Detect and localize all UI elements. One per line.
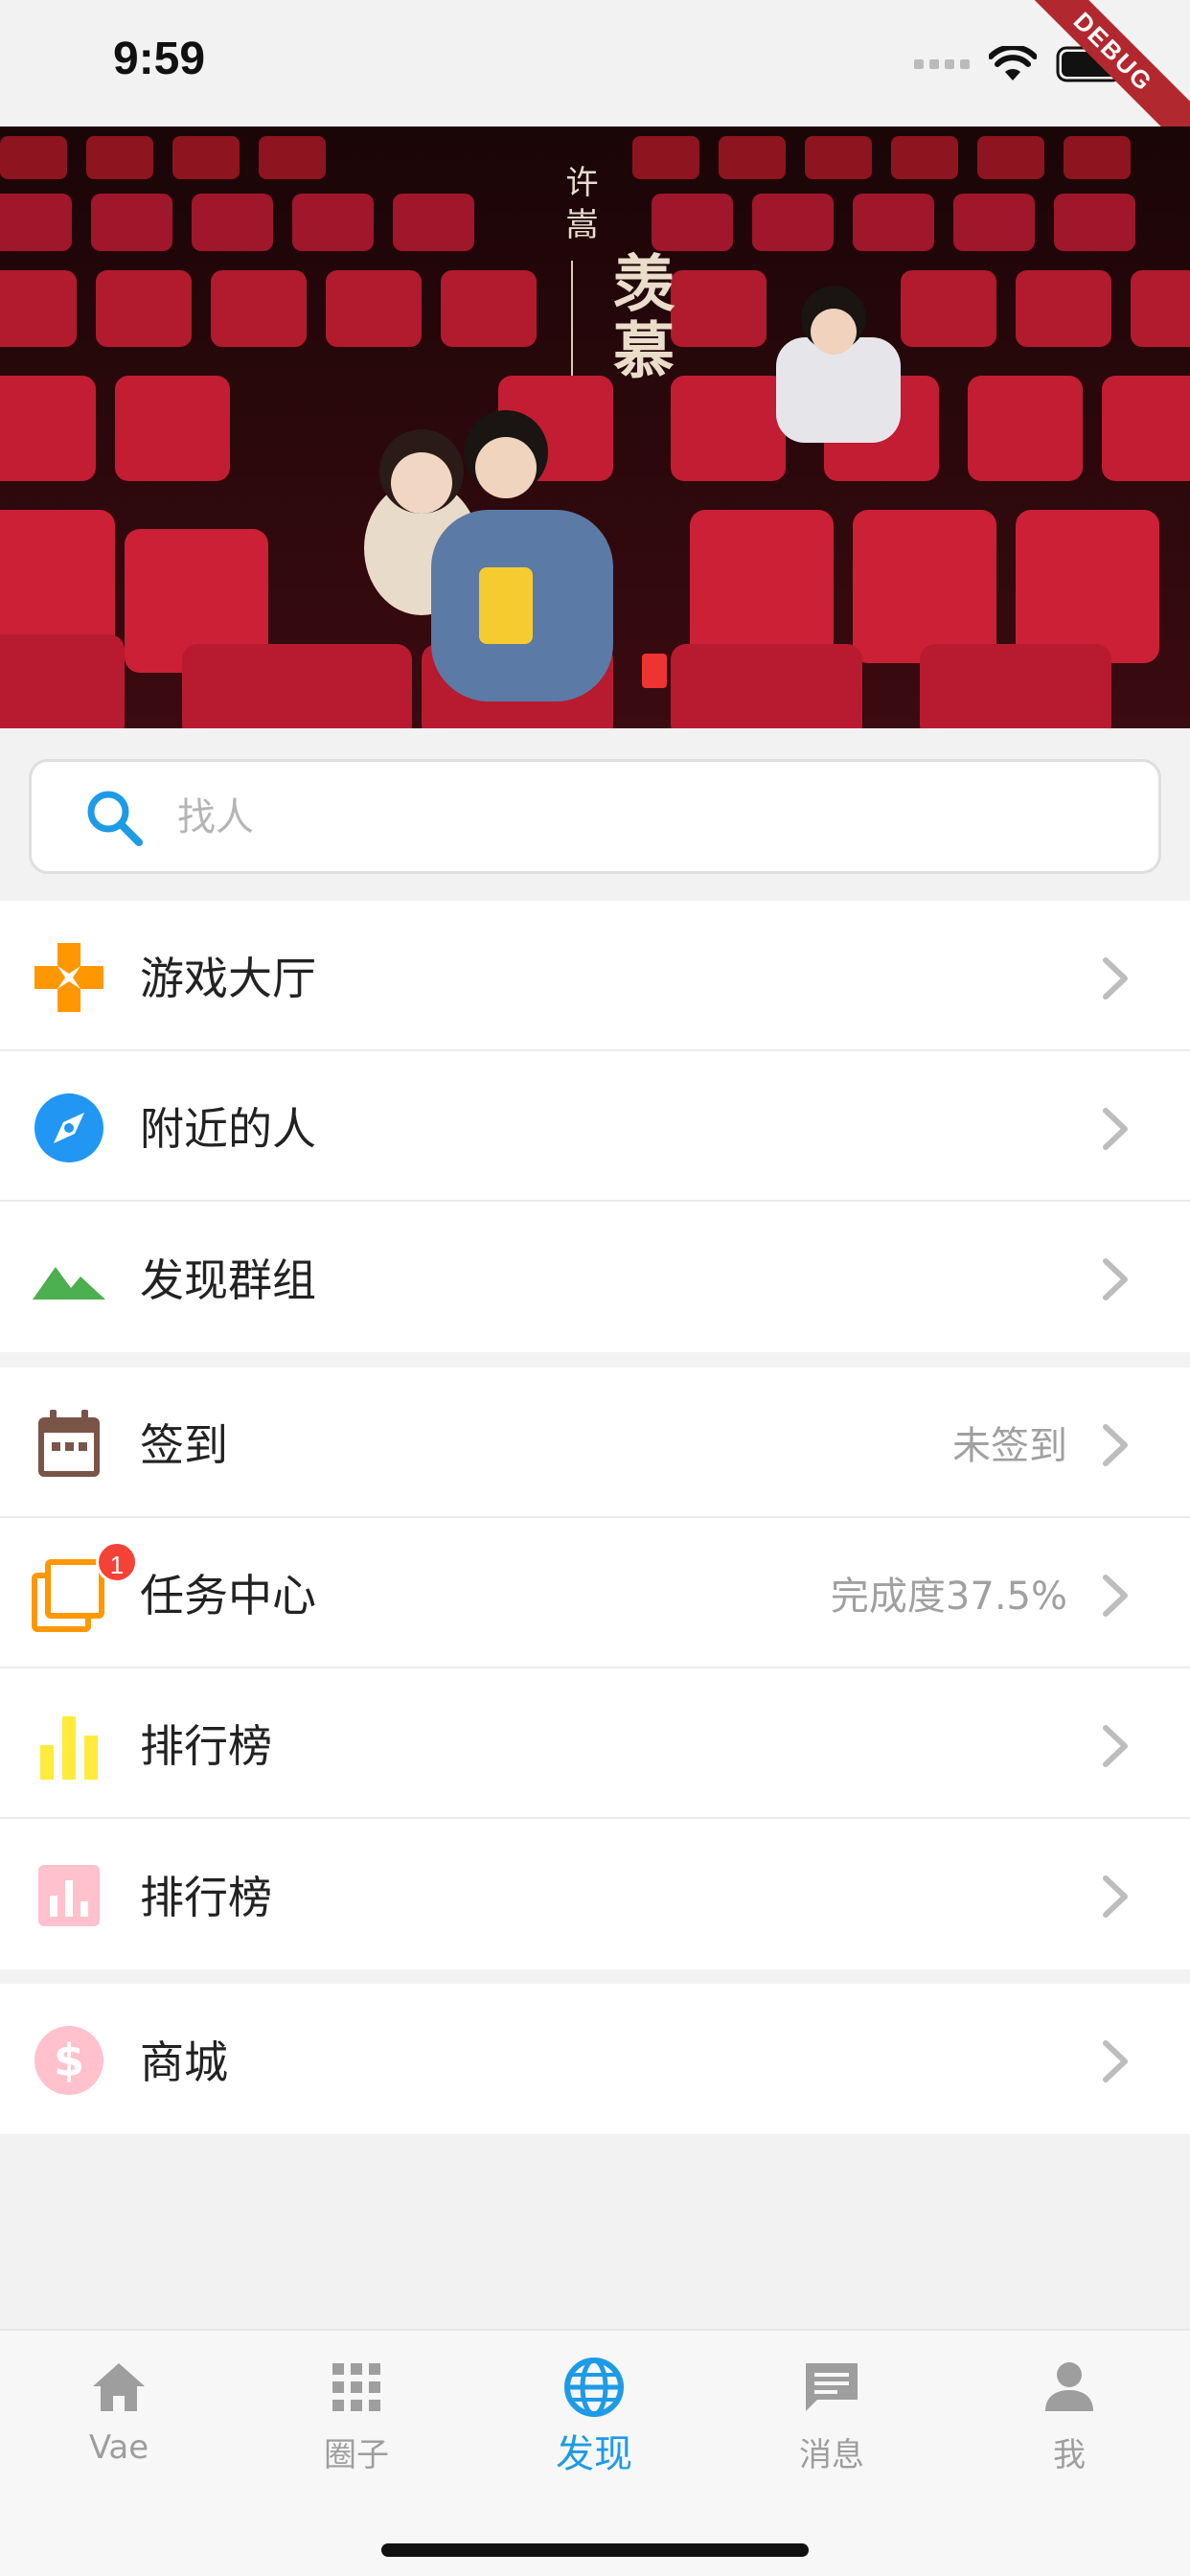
chevron-right-icon xyxy=(1103,1424,1128,1466)
search-icon xyxy=(87,791,143,846)
nav-label: 发现 xyxy=(556,2432,632,2476)
list-item-nearby-people[interactable]: 附近的人 xyxy=(0,1051,1190,1202)
nav-label: 我 xyxy=(1053,2436,1086,2474)
discover-group-2: 签到 未签到 1 任务中心 完成度37.5% 排行榜 排行榜 xyxy=(0,1368,1190,1969)
search-box[interactable] xyxy=(29,759,1161,874)
list-item-task-center[interactable]: 1 任务中心 完成度37.5% xyxy=(0,1518,1190,1668)
row-label: 游戏大厅 xyxy=(140,952,316,1004)
chevron-right-icon xyxy=(1103,1875,1128,1918)
wifi-icon xyxy=(989,46,1037,80)
search-section xyxy=(0,728,1190,901)
search-input[interactable] xyxy=(177,781,1116,854)
nav-tab-me[interactable]: 我 xyxy=(950,2356,1188,2499)
nav-label: 圈子 xyxy=(324,2436,389,2474)
row-label: 签到 xyxy=(140,1418,228,1471)
list-item-game-hall[interactable]: 游戏大厅 xyxy=(0,901,1190,1051)
row-label: 任务中心 xyxy=(140,1569,316,1622)
signal-icon xyxy=(914,59,970,69)
banner-image[interactable]: 许嵩 羡慕 xyxy=(0,126,1190,728)
home-icon xyxy=(93,2363,145,2411)
bar-chart-icon xyxy=(40,1716,98,1780)
banner-title: 羡慕 xyxy=(603,251,675,385)
row-label: 附近的人 xyxy=(140,1102,316,1155)
calendar-icon xyxy=(38,1410,100,1477)
dollar-icon: $ xyxy=(34,2026,103,2095)
row-label: 发现群组 xyxy=(140,1254,316,1306)
home-indicator[interactable] xyxy=(381,2543,809,2557)
list-item-checkin[interactable]: 签到 未签到 xyxy=(0,1368,1190,1518)
nav-tab-messages[interactable]: 消息 xyxy=(713,2356,950,2499)
row-label: 排行榜 xyxy=(140,1871,272,1923)
nav-tab-vae[interactable]: Vae xyxy=(0,2356,238,2499)
banner-divider xyxy=(571,261,573,376)
chevron-right-icon xyxy=(1103,957,1128,1000)
gamepad-icon xyxy=(34,943,103,1012)
nav-label: 消息 xyxy=(799,2436,864,2474)
discover-group-3: $ 商城 xyxy=(0,1984,1190,2134)
compass-icon xyxy=(34,1093,103,1162)
bottom-nav: Vae 圈子 发现 消息 我 xyxy=(0,2329,1190,2576)
list-item-leaderboard[interactable]: 排行榜 xyxy=(0,1668,1190,1819)
landscape-icon xyxy=(33,1267,105,1300)
row-label: 排行榜 xyxy=(140,1719,272,1772)
notification-badge: 1 xyxy=(96,1541,138,1583)
banner-artist: 许嵩 xyxy=(560,165,598,249)
status-time: 9:59 xyxy=(113,34,206,84)
chart-box-icon xyxy=(38,1865,100,1926)
chevron-right-icon xyxy=(1103,1575,1128,1617)
nav-tab-circles[interactable]: 圈子 xyxy=(238,2356,475,2499)
grid-icon xyxy=(332,2363,380,2411)
chevron-right-icon xyxy=(1103,1258,1128,1300)
nav-tab-discover[interactable]: 发现 xyxy=(475,2356,713,2499)
checkin-status: 未签到 xyxy=(952,1423,1067,1468)
list-item-shop[interactable]: $ 商城 xyxy=(0,1984,1190,2134)
globe-icon xyxy=(564,2358,624,2417)
chevron-right-icon xyxy=(1103,2040,1128,2082)
message-icon xyxy=(806,2363,858,2411)
discover-group-1: 游戏大厅 附近的人 发现群组 xyxy=(0,901,1190,1352)
list-item-discover-groups[interactable]: 发现群组 xyxy=(0,1202,1190,1352)
task-progress: 完成度37.5% xyxy=(830,1574,1067,1619)
row-label: 商城 xyxy=(140,2036,228,2088)
svg-text:$: $ xyxy=(54,2035,84,2086)
nav-label: Vae xyxy=(88,2428,149,2467)
status-bar: 9:59 DEBUG xyxy=(0,0,1190,174)
list-item-leaderboard-2[interactable]: 排行榜 xyxy=(0,1819,1190,1969)
person-icon xyxy=(1045,2362,1093,2411)
chevron-right-icon xyxy=(1103,1108,1128,1150)
chevron-right-icon xyxy=(1103,1725,1128,1767)
